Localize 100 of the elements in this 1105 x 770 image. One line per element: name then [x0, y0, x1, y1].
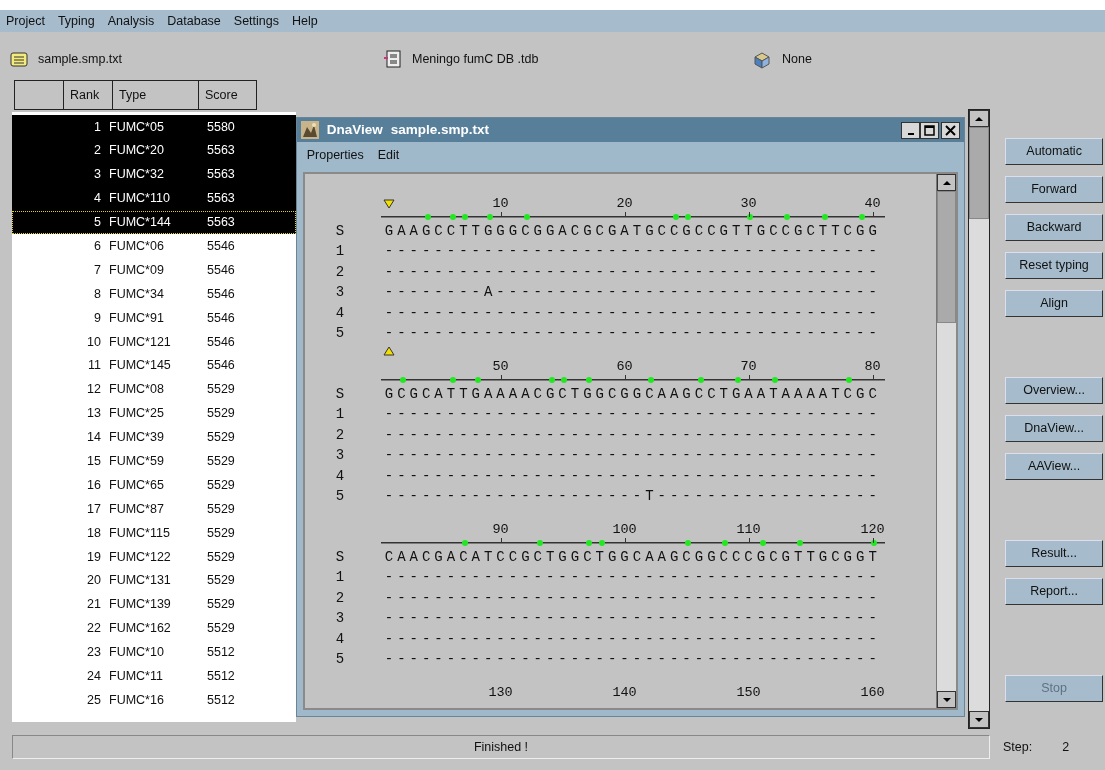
action-button[interactable]: Backward — [1005, 214, 1104, 241]
window-title: DnaView — [326, 120, 383, 139]
list-row[interactable]: 4 FUMC*110 5563 — [12, 186, 296, 211]
alignment-text: ---------------------------------------- — [384, 568, 881, 588]
alignment-text: ---------------------------------------- — [384, 303, 881, 323]
action-button[interactable]: Automatic — [1005, 138, 1104, 165]
list-row[interactable]: 20 FUMC*131 5529 — [12, 568, 296, 593]
row-label: 5 — [334, 487, 346, 507]
action-button[interactable]: AAView... — [1005, 453, 1104, 480]
window-file-name: sample.smp.txt — [390, 120, 490, 139]
alignment-text: ---------------------------------------- — [384, 262, 881, 282]
list-row[interactable]: 18 FUMC*115 5529 — [12, 521, 296, 546]
row-label: 2 — [334, 588, 346, 608]
list-row[interactable]: 23 FUMC*10 5512 — [12, 640, 296, 665]
sequence-text: GAAGCCTTGGGCGGACGCGATGCCGCCGTTGCCGCTTCGG — [384, 221, 881, 241]
list-row[interactable]: 15 FUMC*59 5529 — [12, 449, 296, 474]
list-row[interactable]: 1 FUMC*05 5580 — [12, 115, 296, 139]
close-button[interactable] — [941, 121, 961, 139]
status-message: Finished ! — [12, 735, 990, 759]
action-button[interactable]: Reset typing — [1005, 252, 1104, 279]
list-row[interactable]: 12 FUMC*08 5529 — [12, 377, 296, 402]
up-marker-icon[interactable] — [382, 346, 395, 356]
list-row[interactable]: 14 FUMC*39 5529 — [12, 425, 296, 450]
menu-item[interactable]: Database — [167, 11, 221, 31]
row-label: S — [334, 547, 346, 567]
list-row[interactable]: 19 FUMC*122 5529 — [12, 545, 296, 569]
menu-item[interactable]: Settings — [233, 11, 279, 31]
scrollbar[interactable] — [936, 174, 957, 708]
menu-item[interactable]: Project — [6, 11, 45, 31]
alignment-text: ---------------------------------------- — [384, 609, 881, 629]
ruler-number: 120 — [860, 522, 885, 538]
ruler-number: 50 — [492, 359, 509, 375]
ruler-number: 110 — [736, 522, 761, 538]
menu-item[interactable]: Analysis — [107, 11, 155, 31]
file-icon[interactable] — [10, 50, 28, 68]
scroll-down-button[interactable] — [969, 711, 990, 728]
down-arrow-icon — [974, 715, 985, 724]
row-label: 3 — [334, 609, 346, 629]
database-icon[interactable] — [383, 50, 402, 68]
database-name: Meningo fumC DB .tdb — [412, 50, 539, 68]
row-label: S — [334, 221, 346, 241]
minimize-button[interactable] — [901, 121, 921, 139]
sequence-text: CAACGACATCCGCTGGCTGGCAAGCGGCCCGCGTTGCGGT — [384, 547, 881, 567]
menu-item[interactable]: Properties — [306, 145, 364, 165]
table-header — [14, 80, 63, 110]
list-row[interactable]: 24 FUMC*11 5512 — [12, 664, 296, 689]
list-row[interactable]: 22 FUMC*162 5529 — [12, 616, 296, 641]
action-button[interactable]: DnaView... — [1005, 415, 1104, 442]
scroll-thumb[interactable] — [937, 191, 957, 323]
row-label: 1 — [334, 568, 346, 588]
file-name: sample.smp.txt — [38, 50, 123, 68]
action-button[interactable]: Overview... — [1005, 377, 1104, 404]
down-marker-icon[interactable] — [382, 199, 395, 209]
scroll-up-button[interactable] — [969, 110, 990, 127]
list-row[interactable]: 8 FUMC*34 5546 — [12, 282, 296, 307]
list-row[interactable]: 7 FUMC*09 5546 — [12, 258, 296, 283]
alignment-text: ---------------------------------------- — [384, 446, 881, 466]
maximize-icon — [924, 124, 936, 136]
scroll-up-button[interactable] — [937, 174, 957, 191]
close-icon — [945, 124, 957, 136]
scroll-down-button[interactable] — [937, 691, 957, 708]
row-label: 5 — [334, 650, 346, 670]
action-button[interactable]: Result... — [1005, 540, 1104, 567]
list-row[interactable]: 2 FUMC*20 5563 — [12, 138, 296, 163]
ruler-number: 100 — [612, 522, 637, 538]
column-header[interactable]: Rank — [63, 80, 112, 110]
row-label: 4 — [334, 466, 346, 486]
list-row[interactable]: 10 FUMC*121 5546 — [12, 330, 296, 354]
scrollbar[interactable] — [968, 109, 991, 729]
menu-item[interactable]: Help — [292, 11, 318, 31]
list-row[interactable]: 13 FUMC*25 5529 — [12, 401, 296, 426]
menu-item[interactable]: Edit — [377, 145, 400, 165]
menu-item[interactable]: Typing — [57, 11, 95, 31]
action-button[interactable]: Forward — [1005, 176, 1104, 203]
list-row[interactable]: 25 FUMC*16 5512 — [12, 688, 296, 713]
scroll-thumb[interactable] — [969, 127, 990, 219]
step-value: 2 — [1062, 738, 1070, 756]
list-row[interactable]: 9 FUMC*91 5546 — [12, 306, 296, 330]
alignment-text: ---------------------------------------- — [384, 425, 881, 445]
ruler-number: 20 — [616, 196, 633, 212]
alignment-text: ---------------------------------------- — [384, 405, 881, 425]
ruler-number: 40 — [864, 196, 881, 212]
list-row[interactable]: 11 FUMC*145 5546 — [12, 353, 296, 378]
ruler-number: 30 — [740, 196, 757, 212]
ruler-number: 80 — [864, 359, 881, 375]
list-row[interactable]: 3 FUMC*32 5563 — [12, 162, 296, 187]
list-row[interactable]: 5 FUMC*144 5563 — [12, 210, 296, 235]
sequence-text: GCGCATTGAAAACGCTGGCGGCAAGCCTGAATAAAATCGC — [384, 384, 881, 404]
list-row[interactable]: 6 FUMC*06 5546 — [12, 234, 296, 259]
action-button[interactable]: Align — [1005, 290, 1104, 317]
row-label: S — [334, 384, 346, 404]
list-row[interactable]: 21 FUMC*139 5529 — [12, 592, 296, 617]
action-button[interactable]: Report... — [1005, 578, 1104, 605]
ruler-number: 10 — [492, 196, 509, 212]
list-row[interactable]: 17 FUMC*87 5529 — [12, 497, 296, 522]
list-row[interactable]: 16 FUMC*65 5529 — [12, 473, 296, 498]
column-header[interactable]: Score — [198, 80, 257, 110]
ruler-number: 90 — [492, 522, 509, 538]
column-header[interactable]: Type — [112, 80, 198, 110]
maximize-button[interactable] — [920, 121, 940, 139]
